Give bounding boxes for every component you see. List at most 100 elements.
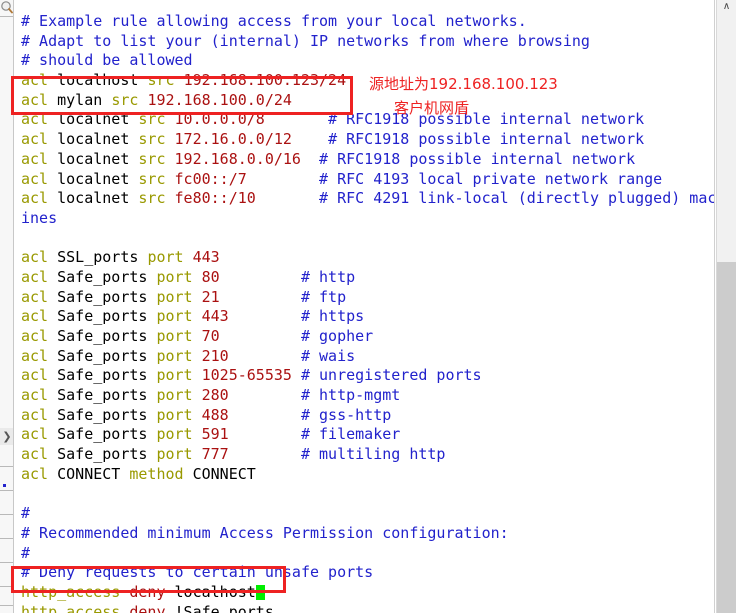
code-line[interactable]: acl Safe_ports port 443 # https (15, 307, 715, 327)
code-token: acl (21, 90, 58, 109)
code-token: 192.168.0.0/16 (174, 149, 301, 168)
code-line[interactable]: acl Safe_ports port 1025-65535 # unregis… (15, 366, 715, 386)
code-token: Safe_ports (57, 445, 157, 464)
code-line[interactable]: acl Safe_ports port 70 # gopher (15, 327, 715, 347)
code-token: 443 (201, 307, 229, 326)
code-token: src (138, 110, 175, 129)
code-token: 70 (201, 327, 220, 345)
code-line[interactable]: acl localnet src 172.16.0.0/12 # RFC1918… (15, 130, 715, 150)
text-cursor (255, 584, 265, 600)
code-line[interactable]: acl Safe_ports port 280 # http-mgmt (15, 386, 715, 406)
code-token: # Example rule allowing access from your… (21, 12, 527, 30)
code-line[interactable]: # (15, 504, 715, 524)
scrollbar-thumb[interactable] (717, 16, 736, 262)
left-tool-strip: ❯ (0, 0, 14, 613)
code-line[interactable]: ines (15, 209, 715, 229)
code-line[interactable]: # Example rule allowing access from your… (15, 12, 715, 32)
code-line[interactable]: # Deny requests to certain unsafe ports (15, 563, 715, 583)
code-token: src (147, 71, 184, 90)
code-token: acl (21, 169, 58, 188)
strip-divider (0, 562, 13, 563)
code-line[interactable]: acl localnet src 192.168.0.0/16 # RFC191… (15, 150, 715, 170)
search-icon[interactable] (0, 0, 13, 15)
code-line[interactable]: # (15, 544, 715, 564)
code-token: localnet (57, 149, 139, 168)
code-line[interactable]: http_access deny !Safe_ports (15, 603, 715, 613)
strip-divider (0, 605, 13, 606)
code-token: acl (21, 149, 58, 168)
code-token: # RFC1918 possible internal network (319, 149, 636, 168)
code-token: 443 (192, 248, 220, 267)
code-token: acl (21, 425, 58, 444)
code-line[interactable]: acl localnet src fe80::/10 # RFC 4291 li… (15, 189, 715, 209)
code-line[interactable] (15, 485, 715, 505)
code-token: # RFC1918 possible internal network (328, 110, 645, 129)
code-token: src (138, 169, 175, 188)
code-token: port (156, 445, 202, 464)
code-editor-window: ❯ # Example rule allowing access from yo… (0, 0, 736, 613)
code-token: acl (21, 248, 58, 267)
code-line[interactable]: acl localnet src 10.0.0.0/8 # RFC1918 po… (15, 110, 715, 130)
code-token: # RFC1918 possible internal network (328, 130, 645, 149)
code-token: Safe_ports (57, 267, 157, 286)
code-text-area[interactable]: # Example rule allowing access from your… (15, 0, 715, 613)
code-token: acl (21, 130, 58, 149)
code-token: http_access (21, 582, 130, 601)
code-token: !Safe_ports (174, 602, 274, 613)
code-line[interactable]: acl localnet src fc00::/7 # RFC 4193 loc… (15, 170, 715, 190)
strip-divider (0, 16, 13, 17)
code-token: Safe_ports (57, 405, 157, 424)
code-token: 591 (201, 425, 229, 444)
code-line[interactable]: acl Safe_ports port 488 # gss-http (15, 406, 715, 426)
code-token: 10.0.0.0/8 (174, 110, 265, 129)
code-token: port (156, 327, 202, 345)
code-token: src (138, 189, 175, 208)
code-token: # (21, 543, 31, 562)
code-token: # wais (300, 346, 356, 365)
code-line[interactable]: acl CONNECT method CONNECT (15, 465, 715, 485)
code-line[interactable]: acl Safe_ports port 80 # http (15, 268, 715, 288)
code-token: fc00::/7 (174, 169, 247, 188)
code-token: 210 (201, 346, 229, 365)
code-token: 21 (201, 287, 220, 306)
code-token: 777 (201, 445, 229, 464)
code-line[interactable]: acl Safe_ports port 210 # wais (15, 347, 715, 367)
code-token: # http-mgmt (300, 386, 401, 405)
code-token: acl (21, 110, 58, 129)
code-line[interactable]: acl mylan src 192.168.100.0/24 (15, 91, 715, 111)
code-line[interactable]: # Recommended minimum Access Permission … (15, 524, 715, 544)
code-line[interactable]: # Adapt to list your (internal) IP netwo… (15, 32, 715, 52)
code-token: localnet (57, 110, 139, 129)
code-token: 488 (201, 405, 229, 424)
code-token: CONNECT (57, 464, 130, 483)
code-token: 80 (201, 267, 220, 286)
scroll-up-arrow-icon[interactable]: ∧ (717, 0, 736, 16)
code-line[interactable]: acl Safe_ports port 21 # ftp (15, 288, 715, 308)
code-token: acl (21, 327, 58, 345)
code-token: 280 (201, 386, 229, 405)
code-token: deny (129, 602, 175, 613)
code-token: # RFC 4193 local private network range (319, 169, 663, 188)
code-line[interactable]: # should be allowed (15, 51, 715, 71)
code-line[interactable]: acl localhost src 192.168.100.123/24 (15, 71, 715, 91)
code-token: # multiling http (300, 445, 446, 464)
code-token: http_access (21, 602, 130, 613)
code-line[interactable]: acl SSL_ports port 443 (15, 248, 715, 268)
code-line[interactable]: acl Safe_ports port 591 # filemaker (15, 425, 715, 445)
vertical-scrollbar[interactable]: ∧ (716, 0, 736, 613)
strip-divider (0, 514, 13, 515)
code-token: Safe_ports (57, 327, 157, 345)
code-token: acl (21, 71, 58, 90)
chevron-right-icon[interactable]: ❯ (0, 428, 13, 445)
code-line[interactable] (15, 229, 715, 249)
code-line[interactable]: http_access deny localhost (15, 583, 715, 603)
code-line[interactable]: acl Safe_ports port 777 # multiling http (15, 445, 715, 465)
